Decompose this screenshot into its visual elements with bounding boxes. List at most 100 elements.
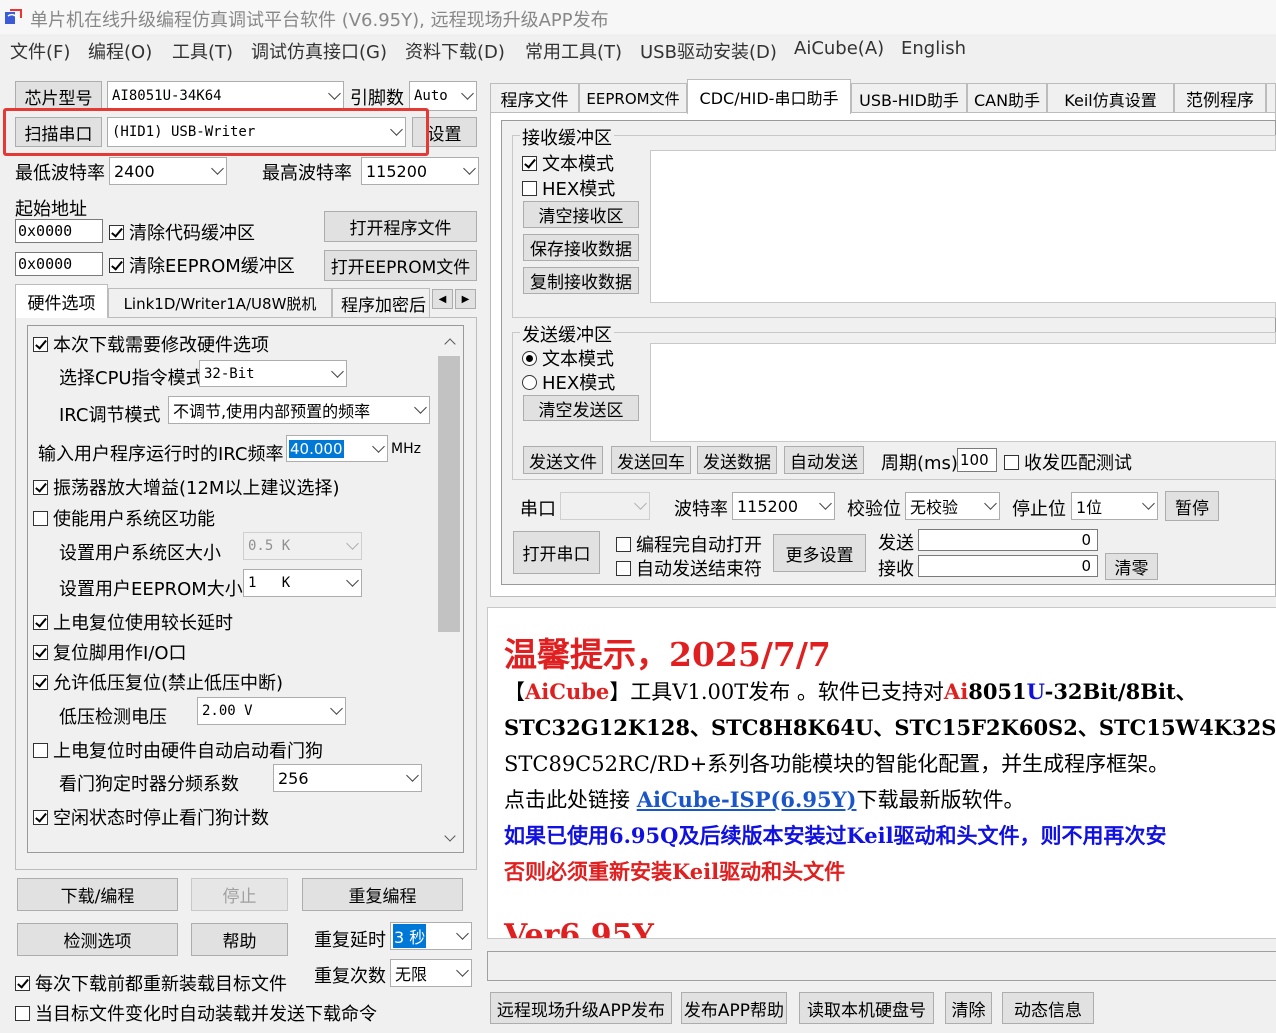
menu-download[interactable]: 资料下载(D) xyxy=(405,38,505,64)
save-rx-button[interactable]: 保存接收数据 xyxy=(523,234,639,261)
menu-debug[interactable]: 调试仿真接口(G) xyxy=(251,38,387,64)
low-volt-checkbox[interactable]: 允许低压复位(禁止低压中断) xyxy=(33,669,283,695)
menu-usb-driver[interactable]: USB驱动安装(D) xyxy=(640,38,777,64)
modify-hw-checkbox[interactable]: 本次下载需要修改硬件选项 xyxy=(33,331,269,357)
menu-file[interactable]: 文件(F) xyxy=(10,38,70,64)
period-input[interactable]: 100 xyxy=(957,448,997,472)
tab-can[interactable]: CAN助手 xyxy=(967,83,1047,113)
serial-port-select[interactable] xyxy=(560,492,650,520)
download-button[interactable]: 下载/编程 xyxy=(17,878,178,911)
copy-rx-button[interactable]: 复制接收数据 xyxy=(523,267,639,294)
check-options-button[interactable]: 检测选项 xyxy=(17,923,178,956)
menu-program[interactable]: 编程(O) xyxy=(88,38,152,64)
match-test-checkbox[interactable]: 收发匹配测试 xyxy=(1004,449,1132,475)
rx-hex-mode-checkbox[interactable]: HEX模式 xyxy=(522,175,615,201)
auto-send-button[interactable]: 自动发送 xyxy=(784,446,864,474)
eeprom-address-input[interactable]: 0x0000 xyxy=(15,252,103,276)
scroll-down-icon[interactable] xyxy=(444,830,456,842)
notice-text: 8051 xyxy=(968,679,1027,704)
wdt-auto-checkbox[interactable]: 上电复位时由硬件自动启动看门狗 xyxy=(33,737,323,763)
tab-scroll-right-button[interactable]: ▶ xyxy=(455,289,476,309)
repeat-count-select[interactable]: 无限 xyxy=(390,959,472,987)
stop-button[interactable]: 停止 xyxy=(191,878,288,911)
low-volt-level-select[interactable]: 2.00 V xyxy=(197,697,346,725)
tab-serial-helper[interactable]: CDC/HID-串口助手 xyxy=(687,79,851,114)
clear-button[interactable]: 清除 xyxy=(945,992,992,1024)
help-button[interactable]: 帮助 xyxy=(191,923,288,956)
menu-english[interactable]: English xyxy=(901,38,966,59)
tab-keil[interactable]: Keil仿真设置 xyxy=(1047,83,1174,113)
tx-textarea[interactable] xyxy=(650,343,1276,442)
publish-help-button[interactable]: 发布APP帮助 xyxy=(681,992,787,1024)
auto-end-checkbox[interactable]: 自动发送结束符 xyxy=(616,555,762,581)
chevron-down-icon xyxy=(463,162,476,175)
rx-textarea[interactable] xyxy=(650,150,1276,303)
read-disk-id-button[interactable]: 读取本机硬盘号 xyxy=(799,992,934,1024)
clear-count-button[interactable]: 清零 xyxy=(1105,553,1158,580)
tab-eeprom-file[interactable]: EEPROM文件 xyxy=(579,83,687,113)
min-baud-select[interactable]: 2400 xyxy=(109,157,227,185)
wdt-div-select[interactable]: 256 xyxy=(273,764,422,792)
sys-size-select[interactable]: 0.5 K xyxy=(243,532,362,560)
auto-send-checkbox[interactable]: 当目标文件变化时自动装载并发送下载命令 xyxy=(15,1000,377,1026)
repeat-delay-select[interactable]: 3 秒 xyxy=(390,922,472,950)
more-settings-button[interactable]: 更多设置 xyxy=(773,534,866,572)
chevron-down-icon xyxy=(456,927,469,940)
tab-more[interactable] xyxy=(1266,83,1276,113)
notice-text: -32Bit/8Bit、 xyxy=(1044,679,1197,704)
clear-tx-button[interactable]: 清空发送区 xyxy=(523,395,639,421)
baud-label: 波特率 xyxy=(674,499,728,520)
parity-select[interactable]: 无校验 xyxy=(905,492,1000,520)
menu-common-tools[interactable]: 常用工具(T) xyxy=(525,38,622,64)
send-data-button[interactable]: 发送数据 xyxy=(697,446,777,474)
irc-freq-select[interactable]: 40.000 xyxy=(286,435,388,462)
clear-eeprom-checkbox[interactable]: 清除EEPROM缓冲区 xyxy=(109,252,295,278)
tab-scroll-left-button[interactable]: ◀ xyxy=(432,289,453,309)
eeprom-size-select[interactable]: 1 K xyxy=(243,569,362,597)
pin-count-select[interactable]: Auto xyxy=(409,81,477,111)
tab-program-file[interactable]: 程序文件 xyxy=(490,83,579,113)
tab-offline[interactable]: Link1D/Writer1A/U8W脱机 xyxy=(108,288,332,318)
code-address-input[interactable]: 0x0000 xyxy=(15,219,103,243)
reload-checkbox[interactable]: 每次下载前都重新装载目标文件 xyxy=(15,970,287,996)
tab-hardware-options[interactable]: 硬件选项 xyxy=(15,284,108,318)
chip-model-select[interactable]: AI8051U-34K64 xyxy=(107,81,344,111)
irc-mode-select[interactable]: 不调节,使用内部预置的频率 xyxy=(168,396,430,424)
user-sys-checkbox[interactable]: 使能用户系统区功能 xyxy=(33,505,215,531)
repeat-program-button[interactable]: 重复编程 xyxy=(302,878,463,911)
baud-value: 115200 xyxy=(737,496,799,516)
tab-examples[interactable]: 范例程序 xyxy=(1174,83,1266,113)
tx-hex-mode-radio[interactable]: HEX模式 xyxy=(522,369,615,395)
tab-usb-hid[interactable]: USB-HID助手 xyxy=(851,83,967,113)
clear-code-checkbox[interactable]: 清除代码缓冲区 xyxy=(109,219,255,245)
max-baud-select[interactable]: 115200 xyxy=(361,157,479,185)
wdt-idle-checkbox[interactable]: 空闲状态时停止看门狗计数 xyxy=(33,804,269,830)
baud-select[interactable]: 115200 xyxy=(732,492,835,520)
menu-aicube[interactable]: AiCube(A) xyxy=(794,38,884,59)
reset-io-checkbox[interactable]: 复位脚用作I/O口 xyxy=(33,639,187,665)
scroll-thumb[interactable] xyxy=(438,356,460,632)
download-link[interactable]: AiCube-ISP(6.95Y) xyxy=(637,787,857,812)
osc-gain-checkbox[interactable]: 振荡器放大增益(12M以上建议选择) xyxy=(33,474,339,500)
auto-open-checkbox[interactable]: 编程完自动打开 xyxy=(616,531,762,557)
dynamic-info-button[interactable]: 动态信息 xyxy=(1002,992,1094,1024)
open-port-button[interactable]: 打开串口 xyxy=(513,531,600,574)
cpu-mode-select[interactable]: 32-Bit xyxy=(199,360,347,387)
menu-tools[interactable]: 工具(T) xyxy=(172,38,233,64)
remote-publish-button[interactable]: 远程现场升级APP发布 xyxy=(490,992,672,1024)
scroll-up-icon[interactable] xyxy=(444,338,456,350)
chevron-down-icon xyxy=(1142,497,1155,510)
send-cr-button[interactable]: 发送回车 xyxy=(611,446,691,474)
rx-text-mode-checkbox[interactable]: 文本模式 xyxy=(522,150,614,176)
options-scrollbar[interactable] xyxy=(437,326,463,852)
clear-rx-button[interactable]: 清空接收区 xyxy=(523,201,639,228)
open-eeprom-button[interactable]: 打开EEPROM文件 xyxy=(324,250,477,281)
pause-button[interactable]: 暂停 xyxy=(1165,491,1219,521)
long-delay-checkbox[interactable]: 上电复位使用较长延时 xyxy=(33,609,233,635)
stop-bits-select[interactable]: 1位 xyxy=(1071,492,1158,520)
tab-encrypt[interactable]: 程序加密后 xyxy=(332,288,430,318)
open-program-button[interactable]: 打开程序文件 xyxy=(324,211,477,242)
tx-text-mode-radio[interactable]: 文本模式 xyxy=(522,345,614,371)
bracket-text: 【 xyxy=(504,680,525,704)
send-file-button[interactable]: 发送文件 xyxy=(523,446,603,474)
